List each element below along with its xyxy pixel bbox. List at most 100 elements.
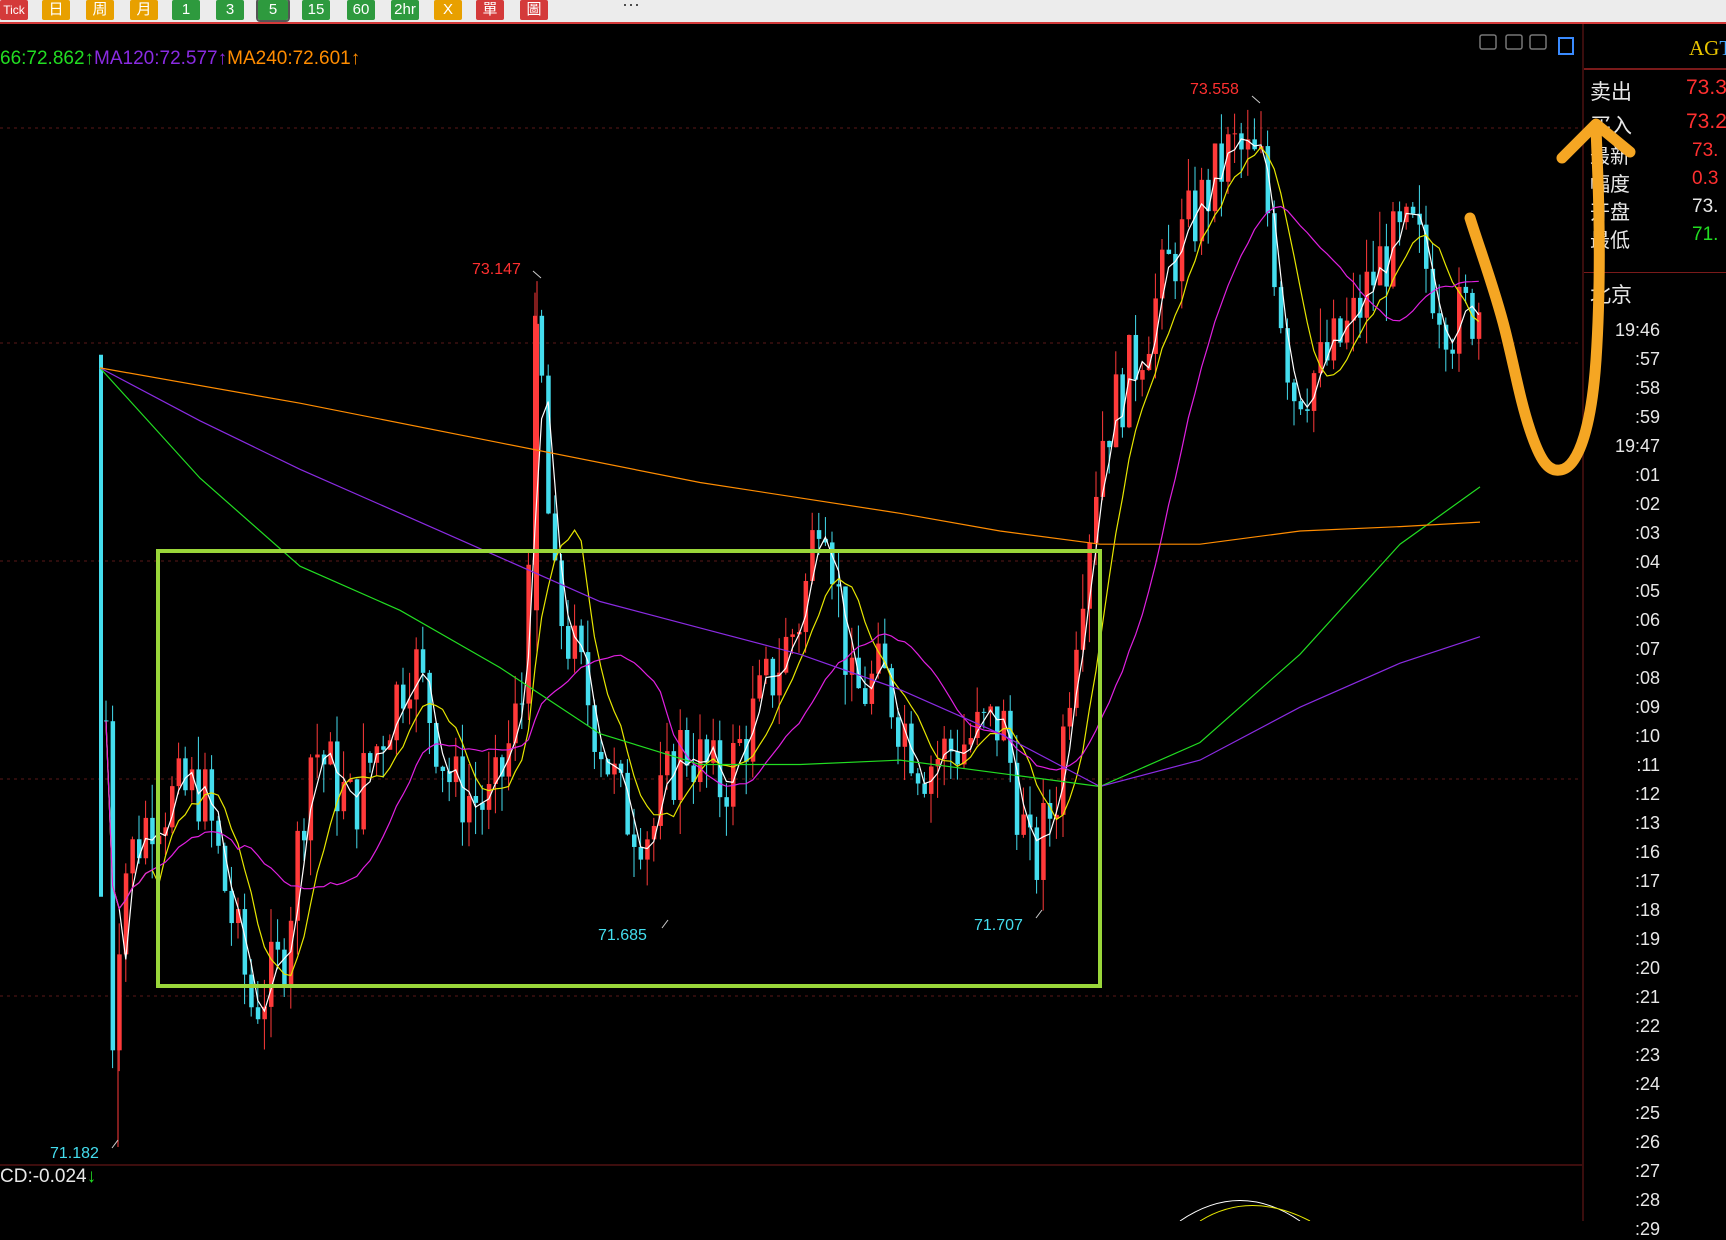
period-button-10[interactable]: X <box>434 0 462 20</box>
annotation-pointer <box>661 919 669 929</box>
candle-body <box>645 839 650 860</box>
price-annotation: 71.707 <box>974 917 1023 934</box>
symbol-tail: T <box>1719 36 1726 60</box>
quote-label: 最低 <box>1590 230 1630 252</box>
candle-body <box>632 834 637 847</box>
period-button-11[interactable]: 單 <box>476 0 504 20</box>
candle-body <box>1186 190 1191 220</box>
candle-body <box>368 753 373 763</box>
ma60-line <box>99 367 1481 788</box>
candle-body <box>1331 318 1337 361</box>
candle-body <box>183 758 188 791</box>
time-axis-label: :08 <box>1634 668 1660 688</box>
macd-legend: CD:-0.024↓ <box>0 1166 96 1188</box>
candle-body <box>546 375 551 514</box>
candle-body <box>354 779 360 830</box>
candlestick-chart[interactable]: 73.558 73.147 71.685 71.707 71.182 <box>0 24 1582 1221</box>
period-button-3[interactable]: 月 <box>130 0 158 20</box>
candle-body <box>506 743 512 777</box>
candle-body <box>229 890 234 924</box>
candle-body <box>1074 649 1079 708</box>
macd-value: -0.024 <box>32 1166 87 1187</box>
candle-body <box>1476 312 1482 339</box>
quote-value: 73. <box>1692 140 1719 161</box>
candle-body <box>196 769 201 822</box>
period-button-4[interactable]: 1 <box>172 0 200 20</box>
candle-body <box>255 1007 261 1020</box>
candle-body <box>863 688 868 704</box>
candle-body <box>315 754 320 758</box>
candle-body <box>302 830 307 841</box>
quote-value: 73.2 <box>1686 110 1726 133</box>
candle-body <box>1199 179 1205 242</box>
candle-body <box>579 625 584 653</box>
period-toolbar: Tick 日周月 1 3 5 15 60 2hr X 單圖 ··· <box>0 0 1726 24</box>
time-axis-label: :59 <box>1634 407 1660 427</box>
candle-body <box>816 530 822 539</box>
quote-value: 73.3 <box>1686 76 1726 99</box>
candle-body <box>414 649 419 700</box>
time-axis-label: :13 <box>1634 813 1660 833</box>
quote-row: 买入 73.2 <box>1590 110 1726 138</box>
candle-body <box>955 751 960 765</box>
period-button-6[interactable]: 5 <box>256 0 290 22</box>
candle-body <box>401 684 406 709</box>
period-button-5[interactable]: 3 <box>216 0 244 20</box>
annotation-pointer <box>111 1139 119 1149</box>
time-axis-label: :17 <box>1634 871 1660 891</box>
candle-body <box>1120 374 1125 428</box>
quote-value: 71. <box>1692 224 1719 245</box>
candle-body <box>282 949 287 985</box>
candle-body <box>1410 206 1416 214</box>
candle-body <box>467 795 472 823</box>
annotation-pointer <box>1251 95 1261 104</box>
time-axis-label: :58 <box>1634 378 1660 398</box>
candle-body <box>1113 374 1119 448</box>
quote-row: 幅度 0.3 <box>1590 168 1726 196</box>
eye-hide-icon[interactable] <box>1479 34 1497 50</box>
quote-value: 73. <box>1692 196 1719 217</box>
candle-body <box>1140 370 1145 380</box>
candle-body <box>341 781 347 812</box>
period-button-12[interactable]: 圖 <box>520 0 548 20</box>
candle-body <box>1463 286 1469 293</box>
quote-label: 幅度 <box>1590 174 1630 196</box>
period-button-0[interactable]: Tick <box>0 0 28 20</box>
candle-body <box>1450 349 1455 354</box>
candle-body <box>1232 133 1238 135</box>
period-button-2[interactable]: 周 <box>86 0 114 20</box>
panel-toggle-icon[interactable] <box>1558 37 1574 55</box>
quote-value: 0.3 <box>1692 168 1719 189</box>
candle-body <box>698 739 703 783</box>
candle-body <box>1206 179 1211 212</box>
period-button-9[interactable]: 2hr <box>391 0 419 20</box>
period-button-7[interactable]: 15 <box>302 0 330 20</box>
period-button-8[interactable]: 60 <box>347 0 375 20</box>
time-axis-label: :20 <box>1634 958 1660 978</box>
candle-body <box>843 586 848 675</box>
time-axis-label: :19 <box>1634 929 1660 949</box>
time-axis-label: :12 <box>1634 784 1660 804</box>
candle-body <box>1008 710 1013 763</box>
pencil-icon[interactable] <box>1505 34 1523 50</box>
time-axis-label: :23 <box>1634 1045 1660 1065</box>
quote-row: 卖出 73.3 <box>1590 76 1726 104</box>
price-annotation: 71.182 <box>50 1145 99 1162</box>
candle-body <box>981 711 987 713</box>
ma120-line <box>99 367 1481 788</box>
grid-icon[interactable] <box>1529 34 1547 50</box>
annotation-pointer <box>1035 909 1043 919</box>
candle-body <box>394 684 399 741</box>
annotation-pointer <box>532 270 542 279</box>
candle-body <box>473 795 479 803</box>
time-axis-label: :16 <box>1634 842 1660 862</box>
candle-body <box>1061 726 1066 815</box>
time-axis-label: :05 <box>1634 581 1660 601</box>
symbol-header: AGT <box>1689 36 1726 61</box>
more-menu-icon[interactable]: ··· <box>622 0 640 15</box>
candle-body <box>361 753 366 830</box>
quote-label: 买入 <box>1590 115 1632 138</box>
candle-body <box>625 772 630 835</box>
time-axis-label: :25 <box>1634 1103 1660 1123</box>
period-button-1[interactable]: 日 <box>42 0 70 20</box>
